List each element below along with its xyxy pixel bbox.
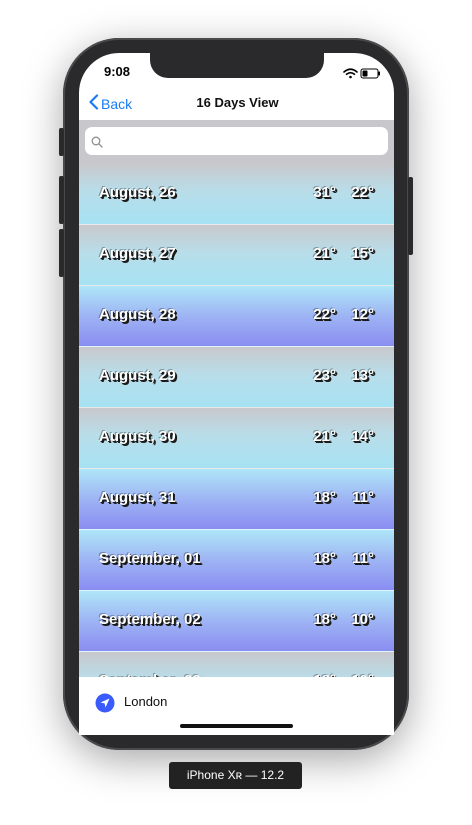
chevron-left-icon — [88, 94, 99, 113]
power-button — [408, 177, 413, 255]
location-arrow-icon[interactable] — [95, 693, 115, 718]
low-temperature: 15° — [351, 245, 374, 262]
battery-icon — [360, 68, 380, 79]
notch — [150, 52, 324, 78]
high-temperature: 21° — [313, 245, 336, 262]
back-button[interactable]: Back — [88, 94, 132, 113]
forecast-row[interactable]: August, 29 23° 13° — [79, 347, 394, 408]
low-temperature: 12° — [351, 306, 374, 323]
low-temperature: 13° — [351, 367, 374, 384]
high-temperature: 21° — [313, 428, 336, 445]
low-temperature: 10° — [351, 611, 374, 628]
high-temperature: 23° — [313, 367, 336, 384]
forecast-date: September, 01 — [99, 550, 201, 567]
low-temperature: 14° — [351, 428, 374, 445]
forecast-date: August, 30 — [99, 428, 176, 445]
forecast-row[interactable]: August, 28 22° 12° — [79, 286, 394, 347]
volume-up-button — [59, 176, 64, 224]
forecast-date: August, 26 — [99, 184, 176, 201]
forecast-date: August, 28 — [99, 306, 176, 323]
high-temperature: 18° — [313, 550, 336, 567]
status-time: 9:08 — [104, 64, 131, 79]
device-label: iPhone Xʀ — 12.2 — [169, 762, 302, 789]
forecast-row[interactable]: August, 30 21° 14° — [79, 408, 394, 469]
high-temperature: 22° — [313, 306, 336, 323]
volume-down-button — [59, 229, 64, 277]
forecast-date: August, 29 — [99, 367, 176, 384]
location-label: London — [124, 694, 168, 709]
low-temperature: 11° — [352, 550, 374, 567]
search-input[interactable] — [85, 127, 388, 155]
low-temperature: 11° — [352, 489, 374, 506]
forecast-row[interactable]: September, 0318°10° — [79, 652, 394, 677]
forecast-row[interactable]: September, 02 18° 10° — [79, 591, 394, 652]
mute-switch — [59, 128, 64, 156]
forecast-date: September, 02 — [99, 611, 201, 628]
forecast-date: August, 31 — [99, 489, 176, 506]
high-temperature: 18° — [313, 489, 336, 506]
high-temperature: 18° — [313, 611, 336, 628]
page-title: 16 Days View — [196, 95, 279, 110]
forecast-date: August, 27 — [99, 245, 176, 262]
back-button-label: Back — [101, 95, 133, 112]
search-icon — [91, 135, 103, 153]
low-temperature: 22° — [351, 184, 374, 201]
home-indicator[interactable] — [180, 724, 293, 728]
forecast-row[interactable]: August, 27 21° 15° — [79, 225, 394, 286]
high-temperature: 31° — [313, 184, 336, 201]
wifi-icon — [343, 68, 358, 79]
forecast-list[interactable]: August, 26 31° 22° August, 27 21° 15° August, … — [79, 164, 394, 677]
forecast-row[interactable]: September, 01 18° 11° — [79, 530, 394, 591]
forecast-row[interactable]: August, 31 18° 11° — [79, 469, 394, 530]
status-icons — [343, 66, 381, 84]
forecast-row[interactable]: August, 26 31° 22° — [79, 164, 394, 225]
